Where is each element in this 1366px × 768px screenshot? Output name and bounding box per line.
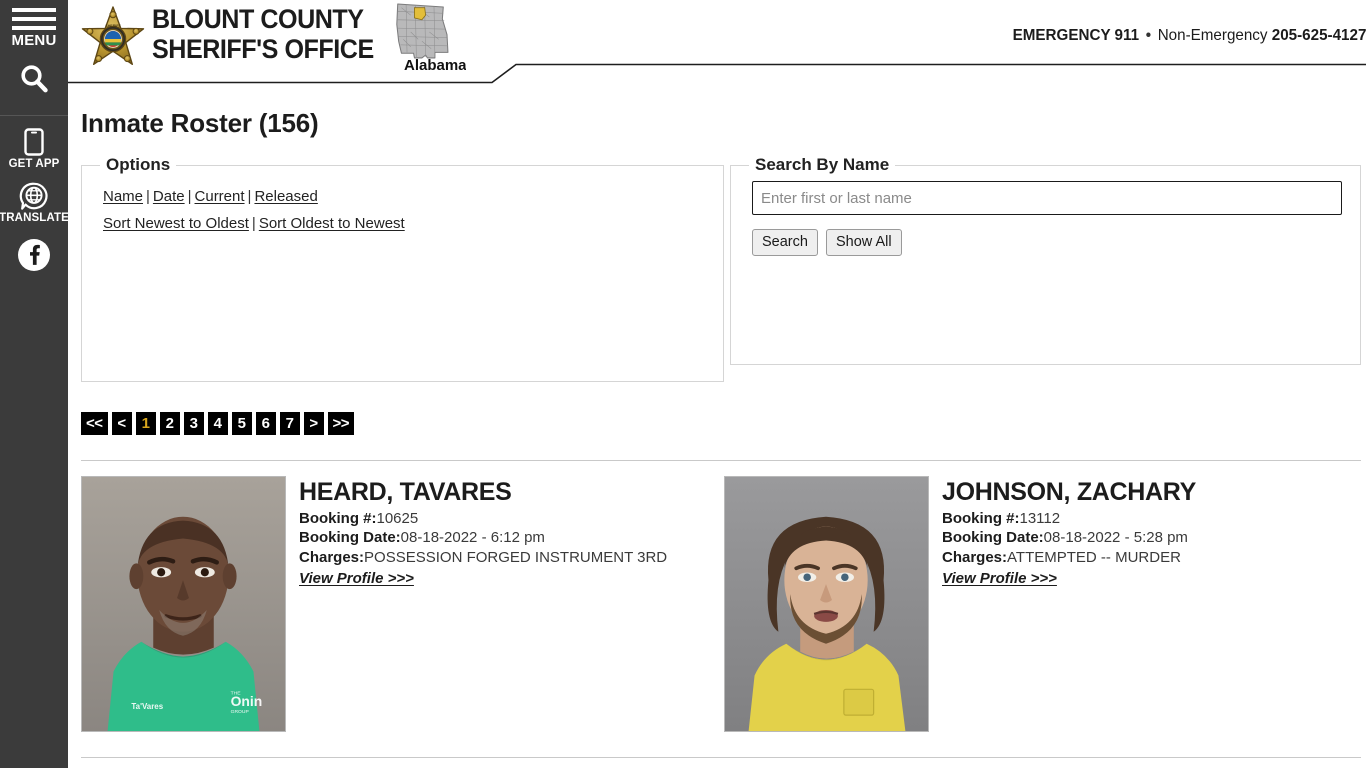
facebook-icon[interactable] [17, 238, 51, 277]
emergency-number: EMERGENCY 911 [1012, 27, 1139, 44]
page-title: Inmate Roster (156) [81, 108, 319, 138]
sidebar-item-get-app[interactable]: GET APP [0, 116, 68, 170]
non-emergency-label: Non-Emergency [1157, 27, 1268, 44]
svg-text:SHERIFF: SHERIFF [105, 24, 121, 28]
search-button[interactable]: Search [752, 229, 818, 256]
main-content: Inmate Roster (156) Options Name | Date | Cu… [68, 84, 1366, 768]
svg-text:Ta'Vares: Ta'Vares [131, 702, 163, 711]
roster-bottom-divider [81, 757, 1361, 758]
sidebar-item-label: TRANSLATE [0, 212, 69, 224]
inmate-charges-row: Charges:POSSESSION FORGED INSTRUMENT 3RD [299, 548, 667, 567]
mobile-phone-icon [24, 128, 44, 156]
menu-button[interactable]: MENU [0, 8, 68, 49]
show-all-button[interactable]: Show All [825, 229, 902, 256]
contact-separator: • [1145, 27, 1151, 44]
search-icon[interactable] [17, 62, 51, 101]
booking-number-label: Booking #: [942, 510, 1020, 527]
options-panel-legend: Options [106, 155, 171, 174]
booking-date-label: Booking Date: [942, 529, 1044, 547]
sort-oldest-to-newest-link[interactable]: Sort Oldest to Newest [259, 215, 405, 232]
inmate-card: JOHNSON, ZACHARY Booking #:13112 Booking… [724, 476, 1366, 746]
non-emergency-number: 205-625-4127 [1271, 27, 1366, 44]
inmate-mugshot[interactable]: Ta'Vares THE Onin GROUP [81, 476, 286, 732]
booking-number-label: Booking #: [299, 510, 377, 527]
map-label-text: Alabama [404, 57, 466, 74]
sort-links-row: Sort Newest to Oldest | Sort Oldest to New… [103, 210, 723, 237]
filter-links-row: Name | Date | Current | Released [103, 183, 723, 210]
link-separator: | [251, 215, 256, 232]
pagination-page-5[interactable]: 5 [231, 412, 252, 435]
globe-translate-icon [19, 182, 48, 210]
inmate-name: JOHNSON, ZACHARY [942, 478, 1197, 506]
inmate-details: JOHNSON, ZACHARY Booking #:13112 Booking… [929, 476, 1196, 746]
link-separator: | [146, 188, 150, 205]
charges-value: ATTEMPTED -- MURDER [1007, 548, 1181, 566]
filter-link-name[interactable]: Name [103, 188, 143, 205]
pagination-page-7[interactable]: 7 [279, 412, 300, 435]
search-by-name-panel: Search By Name Search Show All [730, 155, 1361, 365]
inmate-name: HEARD, TAVARES [299, 478, 512, 506]
link-separator: | [247, 188, 252, 205]
pagination-first[interactable]: << [81, 412, 108, 435]
inmate-details: HEARD, TAVARES Booking #:10625 Booking D… [286, 476, 667, 746]
inmate-card: Ta'Vares THE Onin GROUP HEARD, TAVARES B… [81, 476, 723, 746]
menu-label: MENU [11, 32, 57, 49]
booking-date-value: 08-18-2022 - 5:28 pm [1043, 529, 1188, 547]
booking-number-value: 13112 [1019, 510, 1061, 527]
sort-newest-to-oldest-link[interactable]: Sort Newest to Oldest [103, 215, 249, 232]
svg-text:GROUP: GROUP [231, 709, 250, 715]
pagination-page-3[interactable]: 3 [183, 412, 204, 435]
pagination-last[interactable]: >> [327, 412, 355, 435]
pagination-page-2[interactable]: 2 [159, 412, 180, 435]
view-profile-link[interactable]: View Profile >>> [942, 570, 1057, 587]
alabama-state-map-icon: Alabama [380, 2, 467, 78]
hamburger-icon [12, 8, 56, 30]
search-input[interactable] [752, 181, 1342, 215]
booking-date-label: Booking Date: [299, 529, 401, 547]
inmate-mugshot[interactable] [724, 476, 929, 732]
view-profile-link[interactable]: View Profile >>> [299, 570, 414, 587]
org-line-1: BLOUNT COUNTY [152, 4, 364, 34]
filter-link-date[interactable]: Date [153, 188, 185, 205]
charges-label: Charges: [299, 548, 365, 566]
search-panel-legend: Search By Name [755, 155, 890, 174]
inmate-booking-number-row: Booking #:10625 [299, 509, 667, 528]
options-panel: Options Name | Date | Current | Released Sort … [81, 155, 724, 382]
link-separator: | [187, 188, 192, 205]
charges-value: POSSESSION FORGED INSTRUMENT 3RD [364, 548, 668, 566]
filter-link-released[interactable]: Released [254, 188, 317, 205]
pagination-prev[interactable]: < [111, 412, 132, 435]
pagination-page-1[interactable]: 1 [135, 412, 156, 435]
contact-info: EMERGENCY 911 • Non-Emergency 205-625-4127 [1012, 27, 1366, 45]
charges-label: Charges: [942, 548, 1008, 566]
pagination-page-6[interactable]: 6 [255, 412, 276, 435]
organization-name: BLOUNT COUNTY SHERIFF'S OFFICE [152, 4, 374, 64]
booking-date-value: 08-18-2022 - 6:12 pm [400, 529, 545, 547]
site-header: SHERIFF BLOUNT COUNTY SHERIFF'S OFFICE Al… [68, 0, 1366, 82]
pagination-page-4[interactable]: 4 [207, 412, 228, 435]
sheriff-star-badge-icon: SHERIFF [80, 4, 146, 74]
org-line-2: SHERIFF'S OFFICE [152, 34, 374, 64]
sidebar-item-translate[interactable]: TRANSLATE [0, 170, 69, 224]
left-sidebar: MENU GET APP TRANSLATE [0, 0, 69, 768]
sidebar-item-label: GET APP [8, 158, 60, 170]
svg-text:Onin: Onin [231, 693, 263, 709]
pagination-next[interactable]: > [303, 412, 324, 435]
inmate-booking-date-row: Booking Date:08-18-2022 - 5:28 pm [942, 528, 1196, 547]
inmate-booking-number-row: Booking #:13112 [942, 509, 1196, 528]
roster-top-divider [81, 460, 1361, 461]
booking-number-value: 10625 [376, 510, 419, 527]
pagination: << < 1 2 3 4 5 6 7 > >> [81, 412, 355, 435]
filter-link-current[interactable]: Current [195, 188, 245, 205]
inmate-booking-date-row: Booking Date:08-18-2022 - 6:12 pm [299, 528, 667, 547]
inmate-charges-row: Charges:ATTEMPTED -- MURDER [942, 548, 1196, 567]
